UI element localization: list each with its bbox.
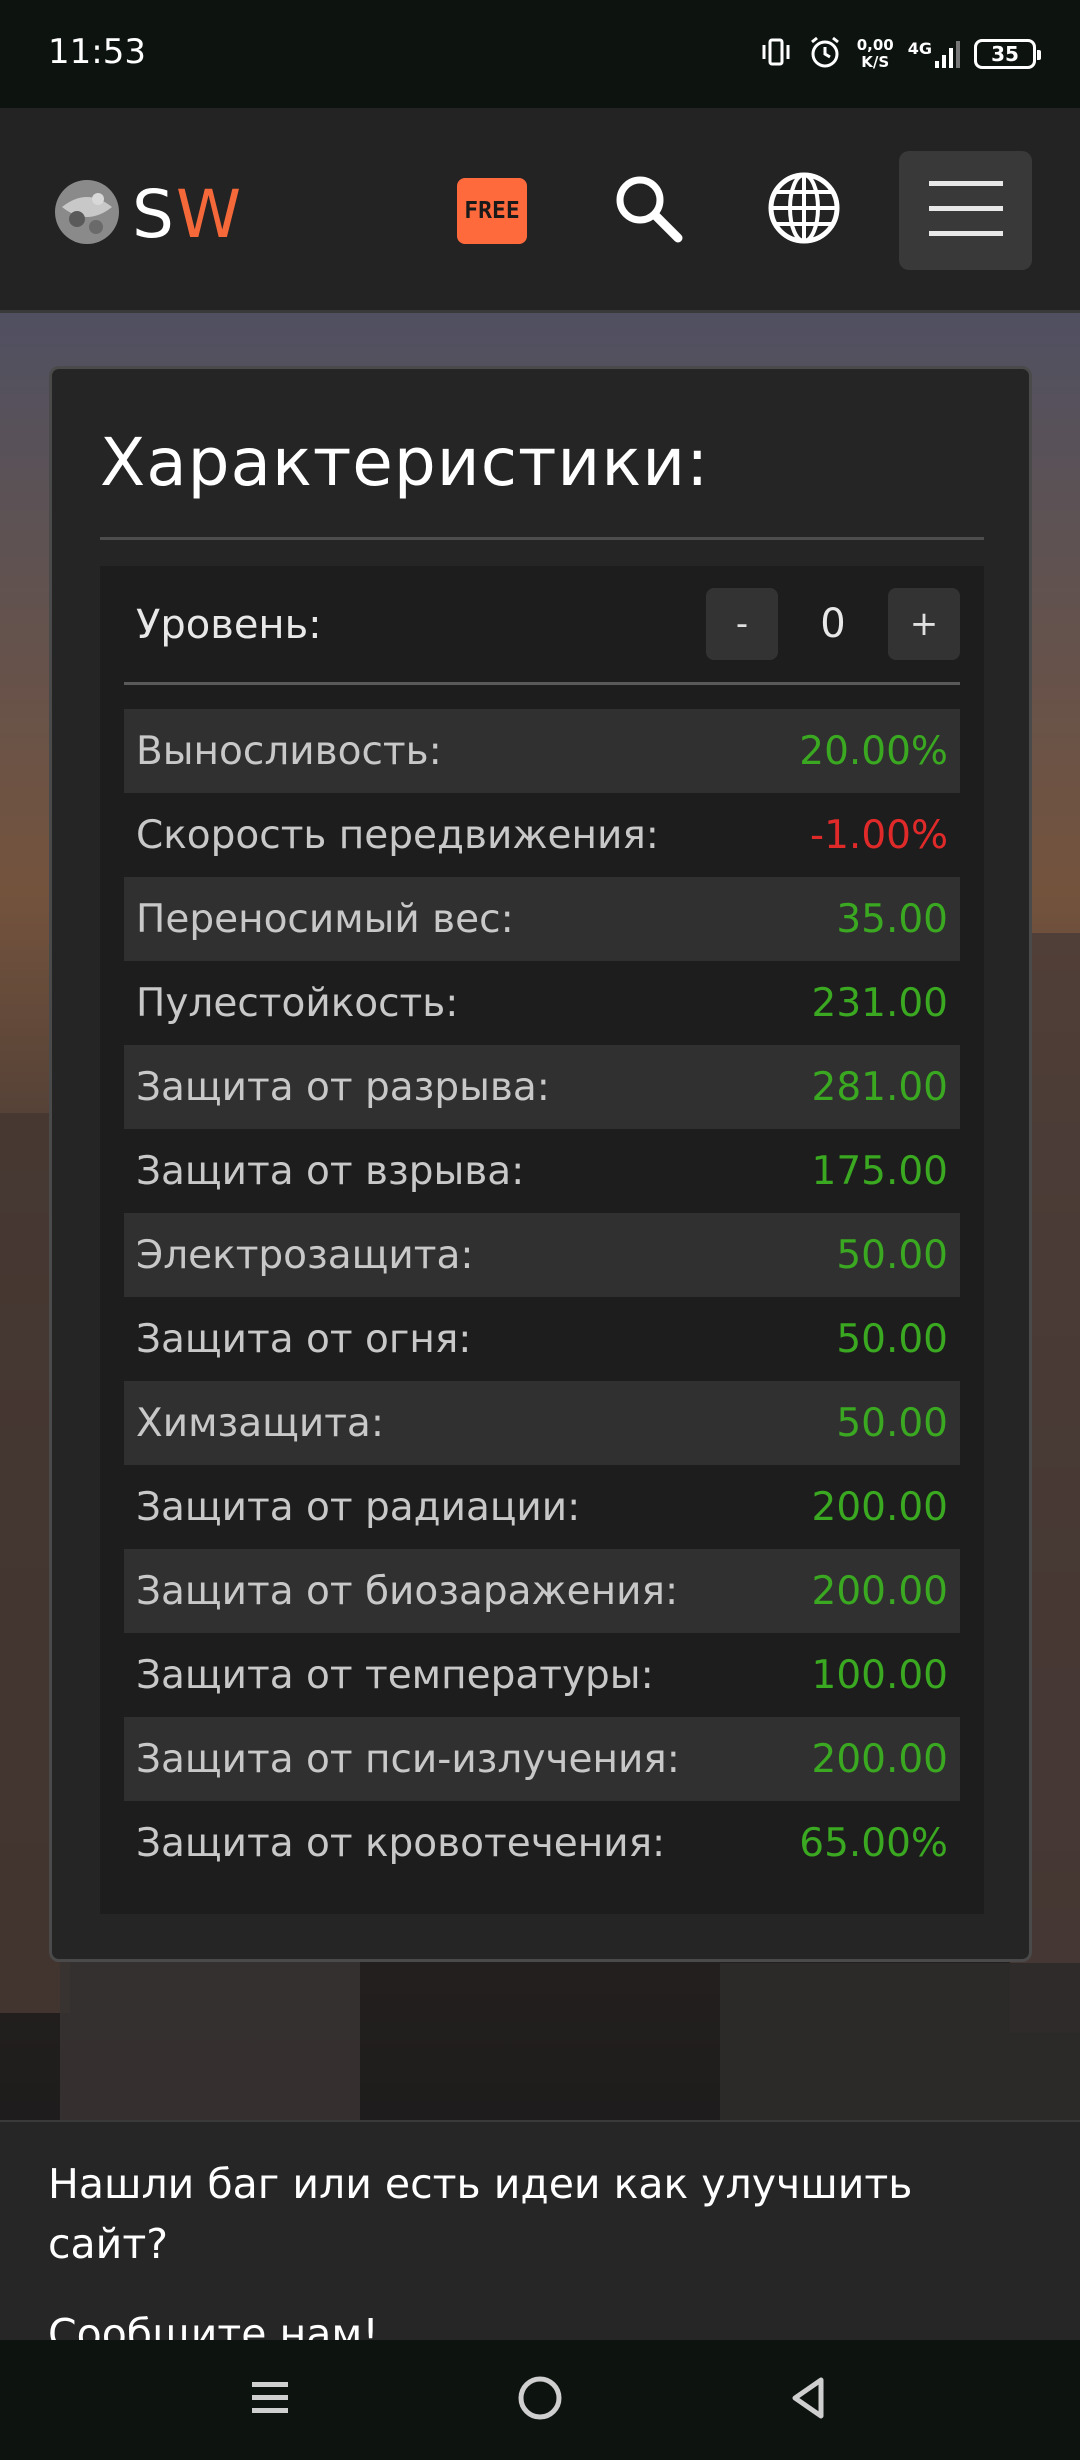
stat-value: 50.00 <box>836 1400 948 1446</box>
card-divider <box>100 537 984 540</box>
home-button[interactable] <box>508 2368 572 2432</box>
logo-icon <box>52 177 122 251</box>
stat-value: 175.00 <box>811 1148 948 1194</box>
system-nav-bar <box>0 2340 1080 2460</box>
alarm-icon <box>807 34 843 74</box>
stat-label: Защита от огня: <box>136 1316 472 1362</box>
menu-button[interactable] <box>899 151 1032 270</box>
stats-list: Выносливость: 20.00% Скорость передвижения… <box>124 709 960 1885</box>
stat-label: Переносимый вес: <box>136 896 514 942</box>
stats-panel: Уровень: - 0 + Выносливость: 20.00% Скорос… <box>100 566 984 1914</box>
stat-label: Химзащита: <box>136 1400 384 1446</box>
feedback-text: Нашли баг или есть идеи как улучшить сай… <box>48 2160 913 2268</box>
stat-label: Защита от разрыва: <box>136 1064 550 1110</box>
battery-icon: 35 <box>974 39 1041 69</box>
back-icon <box>785 2374 831 2426</box>
stat-row: Защита от биозаражения: 200.00 <box>124 1549 960 1633</box>
stat-label: Защита от радиации: <box>136 1484 581 1530</box>
stat-row: Защита от взрыва: 175.00 <box>124 1129 960 1213</box>
stat-value: 200.00 <box>811 1484 948 1530</box>
recent-apps-button[interactable] <box>238 2368 302 2432</box>
vibrate-icon <box>759 35 793 73</box>
stat-row: Защита от пси-излучения: 200.00 <box>124 1717 960 1801</box>
status-time: 11:53 <box>48 32 146 72</box>
stat-label: Выносливость: <box>136 728 442 774</box>
stat-value: 50.00 <box>836 1232 948 1278</box>
stat-value: 65.00% <box>799 1820 948 1866</box>
search-icon <box>610 170 686 250</box>
search-button[interactable] <box>608 170 688 250</box>
stat-value: 281.00 <box>811 1064 948 1110</box>
stat-row: Электрозащита: 50.00 <box>124 1213 960 1297</box>
stat-row: Пулестойкость: 231.00 <box>124 961 960 1045</box>
stat-label: Защита от температуры: <box>136 1652 654 1698</box>
stat-label: Пулестойкость: <box>136 980 459 1026</box>
stat-value: 200.00 <box>811 1736 948 1782</box>
stat-label: Защита от кровотечения: <box>136 1820 666 1866</box>
stat-label: Защита от взрыва: <box>136 1148 525 1194</box>
globe-icon <box>766 170 842 250</box>
stat-row: Защита от радиации: 200.00 <box>124 1465 960 1549</box>
panel-divider <box>124 682 960 685</box>
home-icon <box>516 2374 564 2426</box>
level-decrease-button[interactable]: - <box>706 588 778 660</box>
level-row: Уровень: - 0 + <box>124 588 960 662</box>
level-value: 0 <box>820 601 846 647</box>
stat-row: Защита от температуры: 100.00 <box>124 1633 960 1717</box>
stat-label: Защита от пси-излучения: <box>136 1736 680 1782</box>
feedback-section: Нашли баг или есть идеи как улучшить сай… <box>0 2120 1080 2340</box>
stat-value: 50.00 <box>836 1316 948 1362</box>
stat-row: Защита от кровотечения: 65.00% <box>124 1801 960 1885</box>
site-header: SW FREE <box>0 108 1080 313</box>
stat-value: -1.00% <box>810 812 948 858</box>
level-increase-button[interactable]: + <box>888 588 960 660</box>
stat-label: Скорость передвижения: <box>136 812 659 858</box>
stat-row: Переносимый вес: 35.00 <box>124 877 960 961</box>
card-title: Характеристики: <box>100 424 710 501</box>
stat-value: 20.00% <box>799 728 948 774</box>
stat-value: 100.00 <box>811 1652 948 1698</box>
recent-apps-icon <box>248 2376 292 2424</box>
stat-label: Защита от биозаражения: <box>136 1568 679 1614</box>
site-logo[interactable]: SW <box>52 174 243 254</box>
stat-row: Защита от огня: 50.00 <box>124 1297 960 1381</box>
status-icons: 0,00 K/S 4G 35 <box>759 30 1041 78</box>
network-speed: 0,00 K/S <box>856 36 894 71</box>
stat-row: Выносливость: 20.00% <box>124 709 960 793</box>
stat-value: 200.00 <box>811 1568 948 1614</box>
level-label: Уровень: <box>136 602 322 648</box>
logo-text: SW <box>132 175 244 253</box>
stat-value: 35.00 <box>836 896 948 942</box>
stat-row: Химзащита: 50.00 <box>124 1381 960 1465</box>
stat-label: Электрозащита: <box>136 1232 474 1278</box>
free-badge[interactable]: FREE <box>457 178 527 244</box>
hamburger-menu-icon <box>928 179 1003 243</box>
stat-row: Скорость передвижения: -1.00% <box>124 793 960 877</box>
language-button[interactable] <box>764 170 844 250</box>
back-button[interactable] <box>776 2368 840 2432</box>
stat-row: Защита от разрыва: 281.00 <box>124 1045 960 1129</box>
feedback-link[interactable]: Сообщите нам! <box>48 2310 379 2340</box>
signal-icon: 4G <box>908 39 960 69</box>
characteristics-card: Характеристики: Уровень: - 0 + Выносливо… <box>49 366 1032 1962</box>
stat-value: 231.00 <box>811 980 948 1026</box>
status-bar: 11:53 0,00 K/S 4G 35 <box>0 0 1080 108</box>
